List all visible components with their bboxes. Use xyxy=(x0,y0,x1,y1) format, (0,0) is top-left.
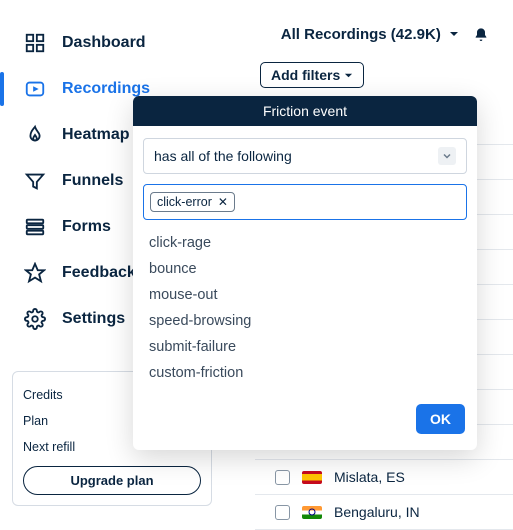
recordings-dropdown[interactable]: All Recordings (42.9K) xyxy=(281,26,459,43)
grid-icon xyxy=(24,32,46,54)
filter-option[interactable]: speed-browsing xyxy=(147,308,463,334)
options-list: click-ragebouncemouse-outspeed-browsings… xyxy=(143,230,467,386)
panel-title: Friction event xyxy=(133,96,477,126)
sidebar-item-label: Feedback xyxy=(62,264,136,282)
filter-option[interactable]: mouse-out xyxy=(147,282,463,308)
row-checkbox[interactable] xyxy=(275,470,290,485)
topbar: All Recordings (42.9K) xyxy=(281,26,489,43)
forms-icon xyxy=(24,216,46,238)
row-checkbox[interactable] xyxy=(275,505,290,520)
filter-option[interactable]: custom-friction xyxy=(147,360,463,386)
sidebar-item-label: Settings xyxy=(62,310,125,328)
filter-option[interactable]: click-rage xyxy=(147,230,463,256)
recordings-dropdown-label: All Recordings (42.9K) xyxy=(281,26,441,43)
table-row[interactable]: Bengaluru, IN xyxy=(255,495,513,530)
tag-label: click-error xyxy=(157,195,212,209)
country-flag-icon xyxy=(302,471,322,484)
remove-tag-icon[interactable]: ✕ xyxy=(218,195,228,209)
play-icon xyxy=(24,78,46,100)
upgrade-plan-button[interactable]: Upgrade plan xyxy=(23,466,201,495)
row-city-label: Bengaluru, IN xyxy=(334,504,420,520)
bell-icon[interactable] xyxy=(473,27,489,43)
tags-input[interactable]: click-error ✕ xyxy=(143,184,467,220)
condition-select[interactable]: has all of the following xyxy=(143,138,467,174)
ok-button[interactable]: OK xyxy=(416,404,465,434)
add-filters-label: Add filters xyxy=(271,67,340,83)
gear-icon xyxy=(24,308,46,330)
flame-icon xyxy=(24,124,46,146)
add-filters-button[interactable]: Add filters xyxy=(260,62,364,88)
filter-option[interactable]: submit-failure xyxy=(147,334,463,360)
sidebar-item-label: Dashboard xyxy=(62,34,146,52)
chevron-down-icon xyxy=(449,26,459,43)
sidebar-item-label: Heatmap xyxy=(62,126,130,144)
filter-option[interactable]: bounce xyxy=(147,256,463,282)
star-icon xyxy=(24,262,46,284)
filter-tag[interactable]: click-error ✕ xyxy=(150,192,235,212)
sidebar-item-dashboard[interactable]: Dashboard xyxy=(0,20,215,66)
chevron-down-icon xyxy=(438,147,456,165)
chevron-down-icon xyxy=(344,67,353,83)
sidebar-item-label: Forms xyxy=(62,218,111,236)
condition-select-label: has all of the following xyxy=(154,148,292,164)
country-flag-icon xyxy=(302,506,322,519)
sidebar-item-label: Funnels xyxy=(62,172,123,190)
row-city-label: Mislata, ES xyxy=(334,469,405,485)
table-row[interactable]: Mislata, ES xyxy=(255,460,513,495)
friction-filter-panel: Friction event has all of the following … xyxy=(133,96,477,450)
funnel-icon xyxy=(24,170,46,192)
